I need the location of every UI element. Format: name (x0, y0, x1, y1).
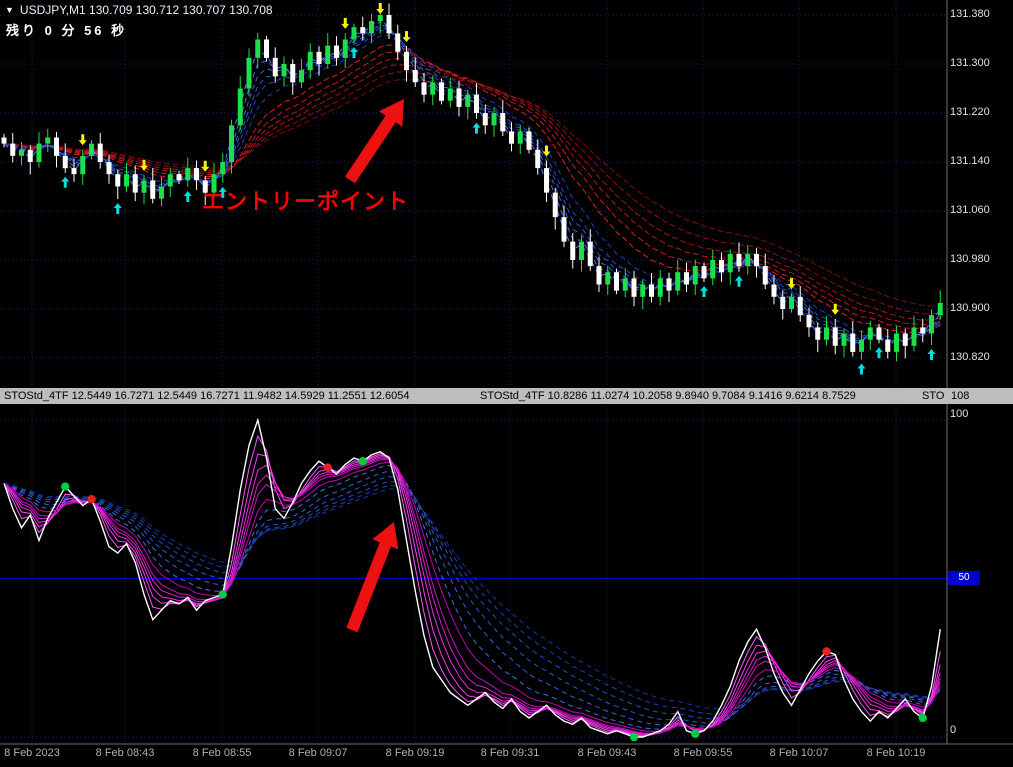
price-scale-label: 131.220 (950, 106, 990, 118)
entry-point-label: エントリーポイント (202, 189, 410, 214)
time-axis-label: 8 Feb 09:55 (673, 747, 733, 759)
time-axis: 8 Feb 2023 8 Feb 08:43 8 Feb 08:55 8 Feb 09… (0, 747, 1013, 765)
time-axis-label: 8 Feb 09:19 (385, 747, 445, 759)
symbol-ohlc-text: USDJPY,M1 130.709 130.712 130.707 130.70… (19, 3, 273, 17)
price-scale-label: 131.300 (950, 57, 990, 69)
time-axis-label: 8 Feb 08:55 (192, 747, 252, 759)
price-scale-label: 131.140 (950, 155, 990, 167)
indicator-separator-strip[interactable]: STOStd_4TF 12.5449 16.7271 12.5449 16.72… (0, 388, 1013, 404)
indicator-values-2: STOStd_4TF 10.8286 11.0274 10.2058 9.894… (480, 390, 856, 402)
sto-scale-0: 0 (950, 724, 957, 736)
price-scale: 131.380 131.300 131.220 131.140 131.060 130.9… (950, 0, 1012, 388)
price-scale-label: 130.980 (950, 253, 990, 265)
time-axis-label: 8 Feb 10:19 (866, 747, 926, 759)
price-scale-label: 130.820 (950, 351, 990, 363)
sto-scale-100: 100 (950, 408, 969, 420)
price-scale-label: 130.900 (950, 302, 990, 314)
time-axis-label: 8 Feb 10:07 (769, 747, 829, 759)
time-axis-label: 8 Feb 09:43 (577, 747, 637, 759)
chart-canvas[interactable] (0, 0, 1013, 767)
indicator-values-1: STOStd_4TF 12.5449 16.7271 12.5449 16.72… (4, 390, 410, 402)
time-axis-label: 8 Feb 09:07 (288, 747, 348, 759)
price-scale-label: 131.380 (950, 8, 990, 20)
sto-level50-tag: 50 (948, 571, 980, 585)
indicator-scale-max: 108 (951, 390, 970, 402)
price-scale-label: 131.060 (950, 204, 990, 216)
chart-marker-icon: ▼ (5, 5, 14, 15)
mt4-chart-window: ▼ USDJPY,M1 130.709 130.712 130.707 130.… (0, 0, 1013, 767)
time-axis-label: 8 Feb 09:31 (480, 747, 540, 759)
countdown-timer: 残り 0 分 56 秒 (6, 23, 128, 38)
indicator-values-cut: STO (922, 390, 945, 402)
time-axis-label: 8 Feb 08:43 (95, 747, 155, 759)
time-axis-label: 8 Feb 2023 (4, 747, 60, 759)
symbol-ohlc-bar: ▼ USDJPY,M1 130.709 130.712 130.707 130.… (5, 3, 273, 17)
